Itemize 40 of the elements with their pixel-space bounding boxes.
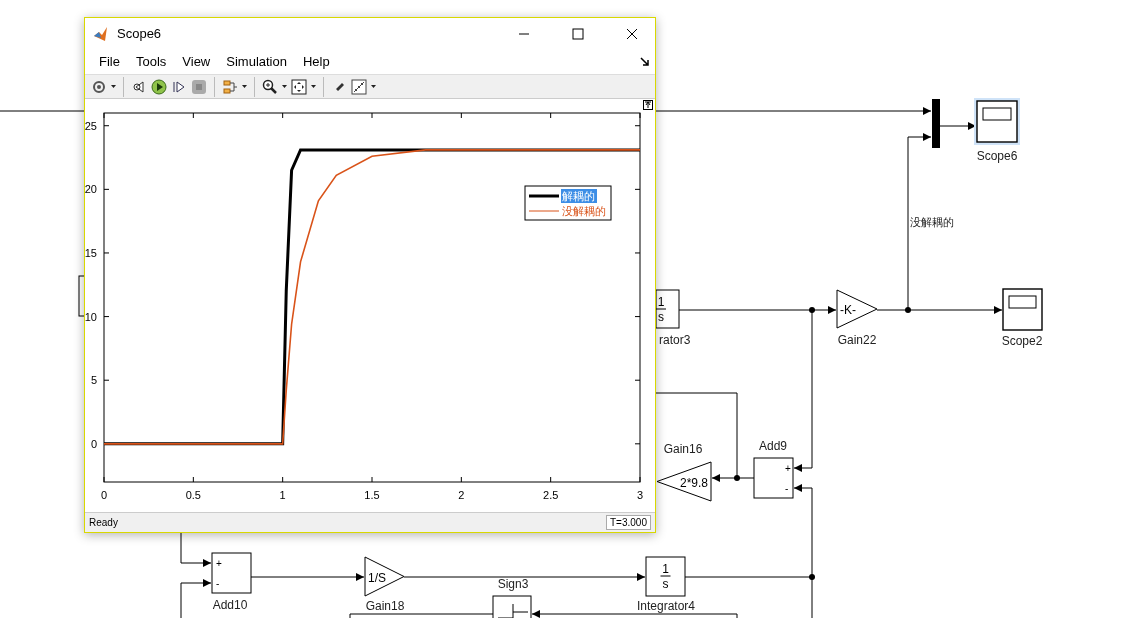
block-label: Add10 xyxy=(212,598,248,612)
numerator: 1 xyxy=(657,295,665,309)
block-label: Integrator4 xyxy=(637,599,695,613)
tick-label: 2.5 xyxy=(543,489,559,502)
block-label: Gain22 xyxy=(837,333,877,347)
port-sign: - xyxy=(785,483,789,494)
legend-label: 解耦的 xyxy=(562,190,595,204)
port-sign: + xyxy=(785,463,791,474)
tick-label: 0 xyxy=(90,438,97,451)
block-label: Add9 xyxy=(759,439,787,453)
port-sign: - xyxy=(216,578,220,589)
block-label: rator3 xyxy=(659,333,691,347)
block-label: Scope6 xyxy=(976,149,1018,163)
port-sign: + xyxy=(216,558,222,569)
tick-label: 1 xyxy=(279,489,286,502)
block-label: Gain18 xyxy=(365,599,405,613)
tick-label: 1.5 xyxy=(364,489,380,502)
tick-label: 5 xyxy=(90,374,97,387)
gain-value: 1/S xyxy=(368,570,386,585)
legend-label: 没解耦的 xyxy=(562,205,606,219)
tick-label: 15 xyxy=(85,247,97,260)
block-label: Gain16 xyxy=(663,442,703,456)
window-title: Scope6 xyxy=(117,26,163,41)
tick-label: 0 xyxy=(100,489,108,502)
tick-label: 25 xyxy=(85,119,97,132)
status-text: Ready xyxy=(89,517,118,529)
tick-label: 2 xyxy=(458,489,465,502)
tick-label: 3 xyxy=(636,489,644,502)
tick-label: 10 xyxy=(85,310,97,323)
gain-value: -K- xyxy=(840,303,856,317)
tick-label: 0.5 xyxy=(185,489,201,502)
denominator: s xyxy=(658,310,664,324)
denominator: s xyxy=(662,577,669,591)
gain-value: 2*9.8 xyxy=(679,475,708,490)
numerator: 1 xyxy=(662,562,669,576)
block-label: Scope2 xyxy=(1001,334,1043,348)
simulation-time: T=3.000 xyxy=(606,515,651,531)
signal-label: 没解耦的 xyxy=(910,216,954,228)
block-label: Sign3 xyxy=(497,577,529,591)
tick-label: 20 xyxy=(85,183,97,196)
